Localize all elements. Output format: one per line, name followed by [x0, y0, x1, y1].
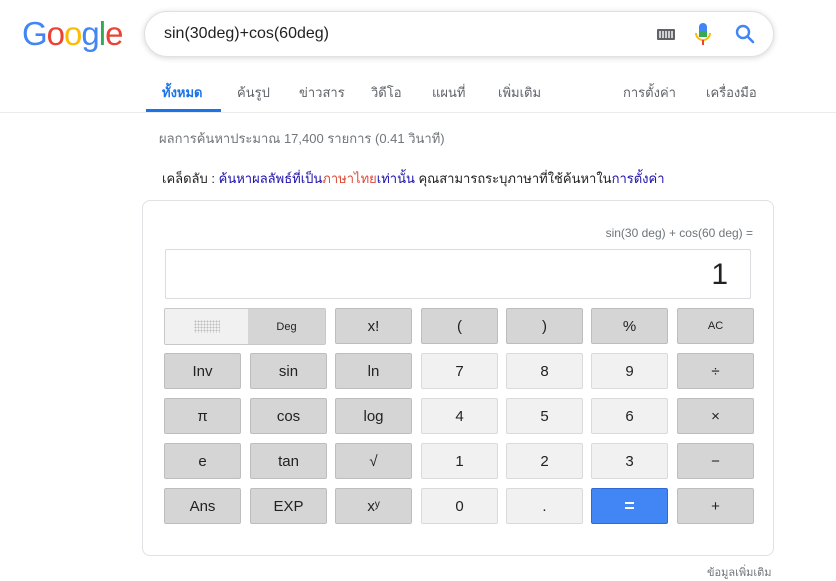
rad-option[interactable]	[165, 309, 248, 344]
google-logo[interactable]: Google	[22, 15, 123, 52]
digit-8-button[interactable]: 8	[506, 353, 583, 389]
angle-mode-toggle[interactable]: Deg	[164, 308, 326, 345]
sin-button[interactable]: sin	[250, 353, 327, 389]
power-button[interactable]: xʸ	[335, 488, 412, 524]
tab-news[interactable]: ข่าวสาร	[299, 82, 345, 103]
tip-link-settings[interactable]: การตั้งค่า	[612, 171, 665, 186]
cos-button[interactable]: cos	[250, 398, 327, 434]
tip-prefix: เคล็ดลับ :	[162, 171, 215, 186]
mic-icon[interactable]	[695, 22, 711, 51]
digit-7-button[interactable]: 7	[421, 353, 498, 389]
search-tabs: ทั้งหมด ค้นรูป ข่าวสาร วิดีโอ แผนที่ เพิ…	[0, 74, 836, 113]
calculator-result: 1	[711, 258, 728, 291]
more-info-link[interactable]: ข้อมูลเพิ่มเติม	[707, 563, 772, 581]
calculator-display: 1	[165, 249, 751, 299]
exp-button[interactable]: EXP	[250, 488, 327, 524]
search-box[interactable]: sin(30deg)+cos(60deg)	[144, 11, 774, 57]
logo-letter: G	[22, 15, 48, 52]
digit-5-button[interactable]: 5	[506, 398, 583, 434]
tab-settings[interactable]: การตั้งค่า	[623, 82, 676, 103]
tab-tools[interactable]: เครื่องมือ	[706, 82, 757, 103]
logo-letter: g	[81, 15, 99, 52]
tab-all[interactable]: ทั้งหมด	[162, 82, 203, 103]
subtract-button[interactable]: −	[677, 443, 754, 479]
dots-icon	[193, 320, 220, 333]
percent-button[interactable]: %	[591, 308, 668, 344]
search-input[interactable]: sin(30deg)+cos(60deg)	[164, 25, 329, 43]
active-tab-indicator	[146, 109, 221, 112]
factorial-button[interactable]: x!	[335, 308, 412, 344]
tab-more[interactable]: เพิ่มเติม	[498, 82, 541, 103]
sqrt-button[interactable]: √	[335, 443, 412, 479]
digit-1-button[interactable]: 1	[421, 443, 498, 479]
result-stats: ผลการค้นหาประมาณ 17,400 รายการ (0.41 วิน…	[159, 131, 445, 146]
multiply-button[interactable]: ×	[677, 398, 754, 434]
tab-maps[interactable]: แผนที่	[432, 82, 465, 103]
tab-videos[interactable]: วิดีโอ	[371, 82, 402, 103]
divide-button[interactable]: ÷	[677, 353, 754, 389]
tab-images[interactable]: ค้นรูป	[237, 82, 270, 103]
right-paren-button[interactable]: )	[506, 308, 583, 344]
digit-6-button[interactable]: 6	[591, 398, 668, 434]
digit-9-button[interactable]: 9	[591, 353, 668, 389]
tip-link-thai[interactable]: ค้นหาผลลัพธ์ที่เป็นภาษาไทยเท่านั้น	[219, 171, 415, 186]
tip-text: คุณสามารถระบุภาษาที่ใช้ค้นหาใน	[414, 171, 612, 186]
ans-button[interactable]: Ans	[164, 488, 241, 524]
deg-option[interactable]: Deg	[248, 309, 325, 344]
logo-letter: o	[64, 15, 82, 52]
language-tip: เคล็ดลับ : ค้นหาผลลัพธ์ที่เป็นภาษาไทยเท่…	[162, 168, 665, 189]
log-button[interactable]: log	[335, 398, 412, 434]
calculator-expression: sin(30 deg) + cos(60 deg) =	[605, 226, 753, 240]
decimal-button[interactable]: .	[506, 488, 583, 524]
equals-button[interactable]: =	[591, 488, 668, 524]
digit-0-button[interactable]: 0	[421, 488, 498, 524]
tan-button[interactable]: tan	[250, 443, 327, 479]
calculator-card: sin(30 deg) + cos(60 deg) = 1 Deg x! ( )…	[142, 200, 774, 556]
digit-2-button[interactable]: 2	[506, 443, 583, 479]
e-button[interactable]: e	[164, 443, 241, 479]
digit-3-button[interactable]: 3	[591, 443, 668, 479]
left-paren-button[interactable]: (	[421, 308, 498, 344]
digit-4-button[interactable]: 4	[421, 398, 498, 434]
ln-button[interactable]: ln	[335, 353, 412, 389]
pi-button[interactable]: π	[164, 398, 241, 434]
logo-letter: e	[105, 15, 123, 52]
add-button[interactable]: +	[677, 488, 754, 524]
logo-letter: o	[46, 15, 65, 52]
all-clear-button[interactable]: AC	[677, 308, 754, 344]
inverse-button[interactable]: Inv	[164, 353, 241, 389]
search-icon[interactable]	[735, 24, 755, 49]
keyboard-icon[interactable]	[657, 29, 675, 40]
